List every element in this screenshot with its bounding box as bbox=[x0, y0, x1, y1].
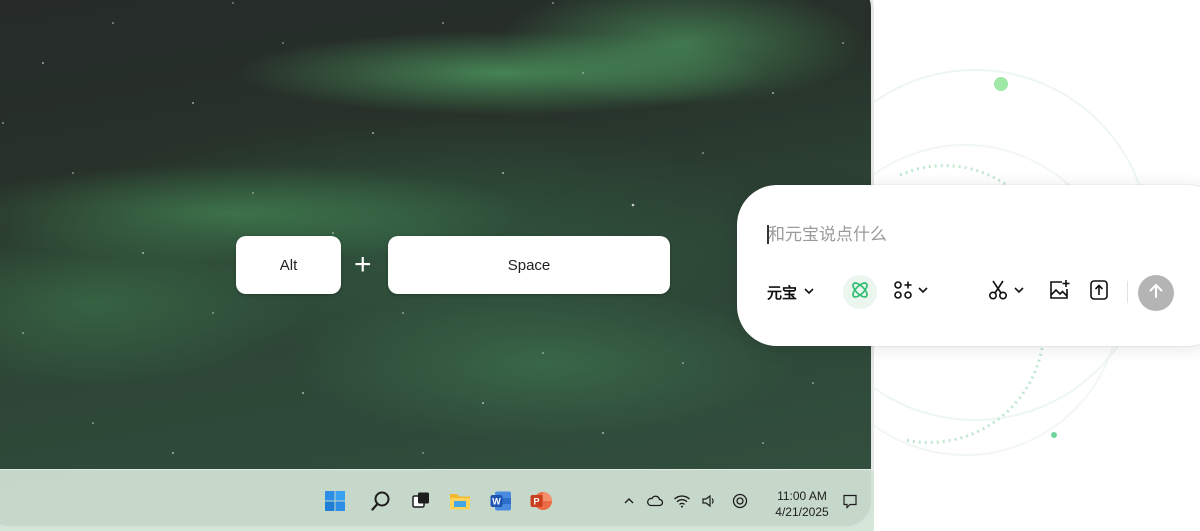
chevron-up-icon[interactable] bbox=[620, 492, 638, 510]
arrow-up-icon bbox=[1147, 282, 1165, 305]
deep-think-icon bbox=[849, 279, 871, 306]
apps-menu-button[interactable] bbox=[893, 279, 929, 305]
svg-text:W: W bbox=[492, 497, 501, 507]
cloud-icon[interactable] bbox=[646, 492, 664, 510]
alt-key: Alt bbox=[236, 236, 341, 294]
apps-plus-icon bbox=[893, 280, 913, 305]
upload-file-button[interactable] bbox=[1088, 279, 1110, 305]
upload-file-icon bbox=[1088, 279, 1110, 306]
deep-think-button[interactable] bbox=[843, 275, 877, 309]
task-view-icon[interactable] bbox=[408, 488, 434, 514]
folder-icon[interactable] bbox=[447, 488, 473, 514]
app-tray-icon[interactable] bbox=[731, 492, 749, 510]
add-image-button[interactable] bbox=[1048, 279, 1070, 305]
chevron-down-icon bbox=[803, 284, 815, 301]
space-key-label: Space bbox=[507, 256, 551, 274]
chat-input-panel: 元宝 bbox=[737, 185, 1200, 346]
chevron-down-icon bbox=[917, 283, 929, 301]
plus-sign: + bbox=[354, 248, 372, 281]
screenshot-button[interactable] bbox=[987, 279, 1025, 305]
text-caret bbox=[767, 225, 769, 244]
space-key: Space bbox=[388, 236, 670, 294]
notification-icon[interactable] bbox=[841, 492, 859, 510]
volume-icon[interactable] bbox=[700, 492, 718, 510]
wifi-icon[interactable] bbox=[673, 492, 691, 510]
word-icon[interactable]: W bbox=[488, 488, 514, 514]
taskbar: W P 11:00 AM 4/21/2025 bbox=[0, 469, 874, 531]
windows-logo-icon[interactable] bbox=[322, 488, 348, 514]
deco-dot-icon bbox=[994, 77, 1008, 91]
clock[interactable]: 11:00 AM 4/21/2025 bbox=[760, 488, 844, 520]
toolbar-divider bbox=[1127, 281, 1128, 303]
model-selector-label: 元宝 bbox=[767, 284, 798, 302]
alt-key-label: Alt bbox=[279, 256, 298, 274]
powerpoint-icon[interactable]: P bbox=[528, 488, 554, 514]
scissors-icon bbox=[987, 279, 1009, 306]
model-selector[interactable]: 元宝 bbox=[767, 281, 815, 303]
svg-text:P: P bbox=[533, 497, 539, 507]
chat-input[interactable] bbox=[768, 223, 1148, 247]
screen: Alt + Space W P 11:00 AM 4/21/2025 和元宝说点… bbox=[0, 0, 1200, 531]
chevron-down-icon bbox=[1013, 283, 1025, 301]
search-icon[interactable] bbox=[368, 488, 394, 514]
send-button[interactable] bbox=[1138, 275, 1174, 311]
image-add-icon bbox=[1048, 279, 1070, 306]
clock-time: 11:00 AM bbox=[777, 489, 827, 503]
clock-date: 4/21/2025 bbox=[775, 505, 829, 519]
